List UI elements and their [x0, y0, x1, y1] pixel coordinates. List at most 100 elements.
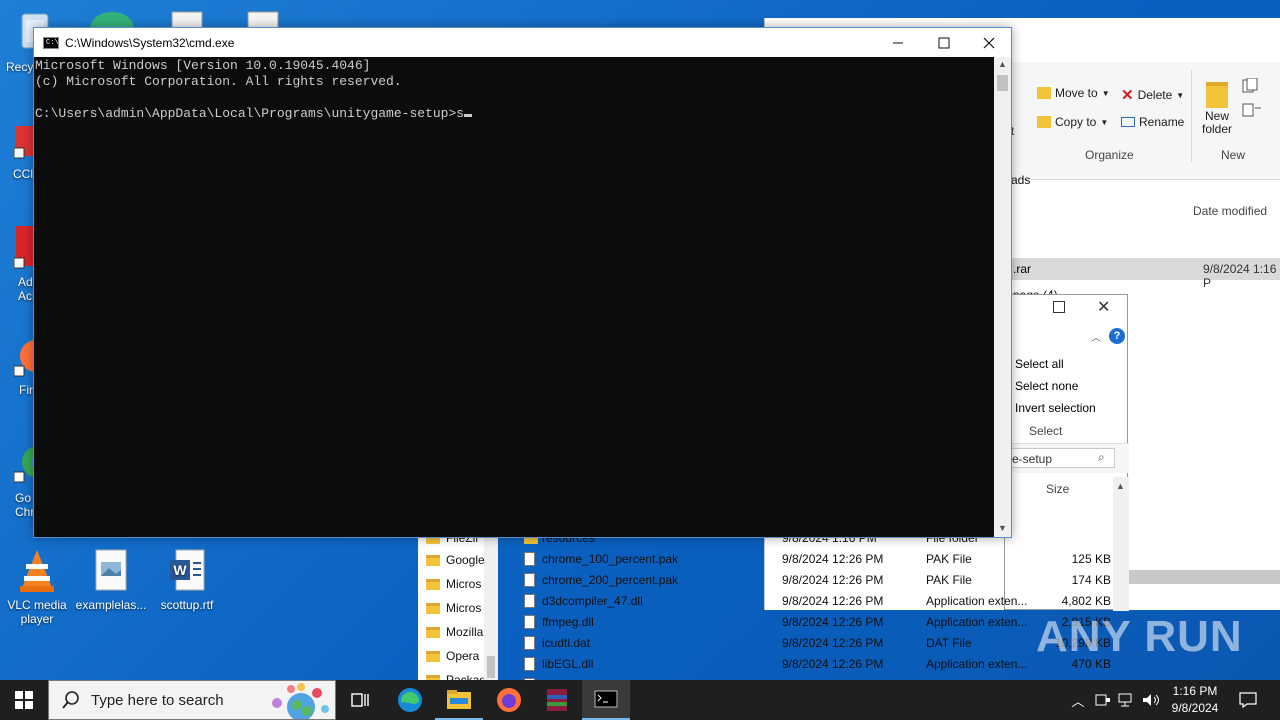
taskbar: Type here to search ︿ 1:16 PM 9/8/2024 — [0, 680, 1280, 720]
console-line: C:\Users\admin\AppData\Local\Programs\un… — [35, 106, 465, 121]
new-folder-button[interactable]: New folder — [1199, 82, 1235, 136]
file-name: chrome_200_percent.pak — [542, 573, 679, 587]
desktop-icon-label: examplelas... — [75, 598, 147, 612]
navigation-pane: FileZil Google Micros Micros Mozilla Ope… — [418, 530, 486, 687]
desktop-icon-vlc[interactable]: VLC media player — [0, 548, 74, 626]
nav-item[interactable]: Mozilla — [426, 621, 483, 643]
file-row[interactable]: chrome_200_percent.pak 9/8/2024 12:26 PM P… — [524, 570, 1114, 591]
edge-icon[interactable] — [86, 6, 136, 44]
desktop-icon-examplelas[interactable]: examplelas... — [74, 548, 148, 612]
file-row[interactable]: libEGL.dll 9/8/2024 12:26 PM Application e… — [524, 654, 1114, 675]
file-icon — [524, 594, 535, 608]
clock-time: 1:16 PM — [1172, 684, 1218, 698]
organize-group-label: Organize — [1085, 148, 1134, 162]
cmd-icon: C:\ — [43, 36, 59, 49]
document-icon[interactable] — [170, 8, 204, 29]
copy-to-button[interactable]: Copy to ▼ — [1037, 115, 1108, 129]
desktop-icon-label: Fir — [19, 383, 33, 397]
search-input[interactable]: e-setup ⌕ — [1009, 448, 1115, 468]
help-icon[interactable]: ? — [1109, 328, 1125, 344]
task-view-button[interactable] — [336, 680, 384, 720]
title-bar[interactable]: C:\ C:\Windows\System32\cmd.exe — [34, 28, 1011, 57]
window-title: C:\Windows\System32\cmd.exe — [65, 35, 235, 50]
nav-item[interactable]: Opera — [426, 645, 479, 667]
nav-item[interactable]: Google — [426, 549, 485, 571]
horizontal-scrollbar[interactable] — [1129, 570, 1280, 584]
nav-item[interactable]: Micros — [426, 597, 481, 619]
desktop-icon-scottup[interactable]: W scottup.rtf — [150, 548, 224, 612]
scroll-thumb[interactable] — [487, 656, 495, 678]
file-row[interactable]: icudtl.dat 9/8/2024 12:26 PM DAT File 10,29… — [524, 633, 1114, 654]
vertical-scrollbar[interactable]: ▲ — [1113, 477, 1129, 611]
start-button[interactable] — [0, 680, 48, 720]
file-date: 9/8/2024 12:26 PM — [782, 573, 884, 587]
show-hidden-icons-button[interactable]: ︿ — [1068, 680, 1088, 720]
minimize-button[interactable] — [875, 28, 921, 57]
edge-icon — [398, 688, 422, 712]
vlc-icon — [16, 548, 58, 594]
winrar-taskbar-button[interactable] — [533, 680, 581, 720]
select-none-button[interactable]: Select none — [1015, 379, 1078, 393]
file-type: Application exten... — [926, 615, 1028, 629]
chevron-down-icon: ▼ — [1100, 117, 1109, 127]
clock-date: 9/8/2024 — [1171, 701, 1219, 715]
tray-device-icon[interactable] — [1092, 680, 1114, 720]
size-header[interactable]: Size — [1046, 482, 1069, 496]
edge-taskbar-button[interactable] — [386, 680, 434, 720]
folder-icon — [447, 690, 471, 709]
desktop-icon-label: CCl — [13, 167, 33, 181]
search-icon — [62, 691, 79, 709]
volume-icon[interactable] — [1140, 680, 1162, 720]
document-icon[interactable] — [246, 8, 280, 29]
select-all-button[interactable]: Select all — [1015, 357, 1064, 371]
image-file-icon — [90, 548, 132, 594]
file-size: 125 KB — [1071, 552, 1111, 566]
firefox-icon — [497, 688, 521, 712]
cmd-window[interactable]: C:\ C:\Windows\System32\cmd.exe Microsof… — [33, 27, 1012, 538]
close-icon[interactable]: ✕ — [1097, 297, 1110, 317]
file-row[interactable]: ffmpeg.dll 9/8/2024 12:26 PM Application e… — [524, 612, 1114, 633]
file-size: 4,802 KB — [1061, 594, 1111, 608]
scroll-up-icon[interactable]: ▲ — [998, 59, 1007, 69]
folder-icon — [426, 578, 440, 590]
file-row[interactable]: d3dcompiler_47.dll 9/8/2024 12:26 PM Appli… — [524, 591, 1114, 612]
selected-row[interactable]: .rar 9/8/2024 1:16 P — [1011, 258, 1280, 290]
file-name: .rar — [1013, 262, 1031, 276]
close-button[interactable] — [966, 28, 1012, 57]
minimize-icon — [893, 42, 903, 43]
svg-text:W: W — [173, 562, 187, 578]
taskbar-search[interactable]: Type here to search — [48, 680, 336, 720]
file-date: 9/8/2024 1:16 P — [1203, 262, 1277, 290]
nav-item[interactable]: Micros — [426, 573, 481, 595]
file-date: 9/8/2024 12:26 PM — [782, 552, 884, 566]
file-explorer-taskbar-button[interactable] — [435, 680, 483, 720]
new-item-icon[interactable] — [1241, 77, 1263, 94]
maximize-button[interactable] — [921, 28, 967, 57]
invert-selection-button[interactable]: Invert selection — [1015, 401, 1096, 415]
task-view-icon — [351, 693, 369, 707]
system-clock[interactable]: 1:16 PM 9/8/2024 — [1164, 683, 1226, 717]
scroll-down-icon[interactable]: ▼ — [998, 523, 1007, 533]
date-modified-header[interactable]: Date modified — [1193, 204, 1267, 218]
console-area[interactable]: Microsoft Windows [Version 10.0.19045.40… — [34, 57, 994, 537]
search-placeholder: Type here to search — [91, 691, 224, 709]
network-icon[interactable] — [1116, 680, 1138, 720]
file-name: icudtl.dat — [542, 636, 591, 650]
cmd-taskbar-button[interactable] — [582, 680, 630, 720]
rename-button[interactable]: Rename — [1121, 115, 1184, 129]
nav-scrollbar[interactable] — [484, 530, 498, 680]
maximize-icon[interactable] — [1053, 301, 1065, 313]
move-to-button[interactable]: Move to ▼ — [1037, 86, 1110, 100]
file-icon — [524, 636, 535, 650]
notifications-button[interactable] — [1234, 680, 1262, 720]
rename-icon — [1121, 117, 1135, 127]
vertical-scrollbar[interactable]: ▲ ▼ — [994, 57, 1011, 537]
firefox-taskbar-button[interactable] — [485, 680, 533, 720]
delete-button[interactable]: ✕ Delete ▼ — [1121, 86, 1184, 104]
scroll-thumb[interactable] — [997, 75, 1008, 91]
chevron-up-icon[interactable]: ▲ — [1116, 481, 1125, 491]
chevron-up-icon[interactable]: ︿ — [1091, 329, 1101, 344]
file-icon — [524, 657, 535, 671]
file-row[interactable]: chrome_100_percent.pak 9/8/2024 12:26 PM P… — [524, 549, 1114, 570]
easy-access-icon[interactable] — [1241, 102, 1263, 118]
